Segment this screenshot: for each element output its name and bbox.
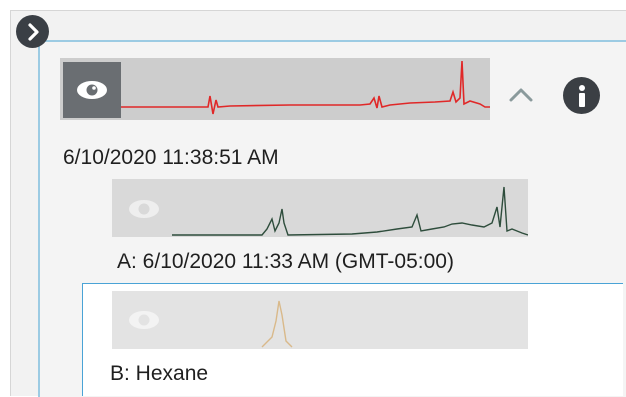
sample-b-trace <box>261 300 293 348</box>
main-trace <box>120 60 490 115</box>
eye-icon <box>77 81 107 99</box>
info-button[interactable] <box>563 77 600 114</box>
collapse-button[interactable] <box>505 80 545 108</box>
eye-icon <box>129 311 159 329</box>
chevron-right-icon <box>27 22 39 41</box>
sample-a-chromatogram-thumbnail[interactable] <box>112 179 528 237</box>
eye-icon <box>129 200 159 218</box>
toggle-main-visibility[interactable] <box>63 62 121 118</box>
expand-panel-button[interactable] <box>16 15 49 48</box>
main-timestamp: 6/10/2020 11:38:51 AM <box>63 146 279 169</box>
info-icon <box>578 84 585 107</box>
chevron-up-icon <box>509 88 533 102</box>
toggle-sample-b-visibility[interactable] <box>116 296 172 344</box>
sample-b-label: B: Hexane <box>110 362 209 385</box>
sample-b-chromatogram-thumbnail[interactable] <box>112 291 528 349</box>
sample-a-label: A: 6/10/2020 11:33 AM (GMT-05:00) <box>117 250 454 273</box>
main-chromatogram-thumbnail[interactable] <box>60 58 490 120</box>
sample-a-trace <box>172 186 528 236</box>
toggle-sample-a-visibility[interactable] <box>116 183 172 235</box>
